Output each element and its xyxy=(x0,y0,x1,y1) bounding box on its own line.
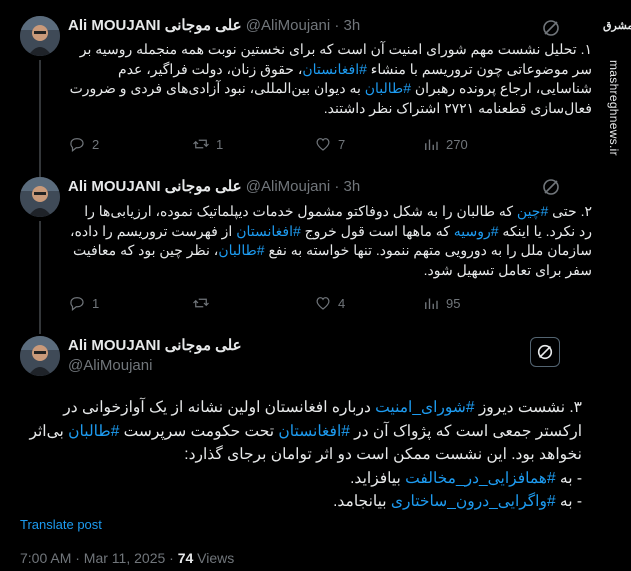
tweet-text: ۲. حتی #چین که طالبان را به شکل دوفاکتو … xyxy=(70,203,592,278)
reply-button[interactable]: 1 xyxy=(68,293,99,313)
watermark-logo: مشرق xyxy=(603,20,631,32)
like-count: 4 xyxy=(338,295,346,311)
post-datetime[interactable]: 7:00 AM · Mar 11, 2025 · xyxy=(20,550,178,566)
author-name[interactable]: Ali MOUJANI علی موجانی xyxy=(68,178,242,195)
views-label: Views xyxy=(193,550,235,566)
views-count: 74 xyxy=(177,550,194,566)
tweet-text: ۳. نشست دیروز #شورای_امنیت درباره افغانس… xyxy=(29,399,582,510)
reply-icon xyxy=(70,297,84,311)
author-handle[interactable]: @AliMoujani xyxy=(246,17,330,34)
retweet-button[interactable]: 1 xyxy=(192,134,223,154)
like-button[interactable]: 4 xyxy=(314,293,345,313)
translate-link[interactable]: Translate post xyxy=(20,517,102,532)
reply-count: 1 xyxy=(92,295,100,311)
grok-icon[interactable] xyxy=(541,177,561,197)
avatar[interactable] xyxy=(20,16,60,56)
avatar[interactable] xyxy=(20,336,60,376)
views-count: 270 xyxy=(446,136,468,152)
heart-icon xyxy=(316,297,330,310)
post-meta: 7:00 AM · Mar 11, 2025 · 74 Views xyxy=(20,550,234,566)
reply-button[interactable]: 2 xyxy=(68,134,99,154)
author-name[interactable]: Ali MOUJANI علی موجانی xyxy=(68,337,242,354)
reply-count: 2 xyxy=(92,136,100,152)
reply-icon xyxy=(70,138,84,152)
views-count: 95 xyxy=(446,295,461,311)
post-time[interactable]: 3h xyxy=(344,178,361,195)
watermark-url: mashreghnews.ir xyxy=(607,60,621,156)
author-handle[interactable]: @AliMoujani xyxy=(68,357,152,374)
views-button[interactable]: 95 xyxy=(422,293,460,313)
views-icon xyxy=(425,298,438,309)
main-tweet: Ali MOUJANI علی موجانی @AliMoujani ۳. نش… xyxy=(0,320,600,571)
avatar[interactable] xyxy=(20,177,60,217)
watermark: مشرق mashreghnews.ir xyxy=(601,0,631,571)
like-button[interactable]: 7 xyxy=(314,134,345,154)
views-button[interactable]: 270 xyxy=(422,134,468,154)
tweet-text: ۱. تحلیل نشست مهم شورای امنیت آن است که … xyxy=(69,41,592,116)
post-time[interactable]: 3h xyxy=(344,17,361,34)
tweet-1[interactable]: Ali MOUJANI علی موجانی @AliMoujani · 3h … xyxy=(0,0,600,170)
action-bar: 1 4 95 xyxy=(68,293,568,313)
tweet-2[interactable]: Ali MOUJANI علی موجانی @AliMoujani · 3h … xyxy=(0,165,600,332)
views-icon xyxy=(425,139,438,150)
heart-icon xyxy=(316,138,330,151)
grok-icon[interactable] xyxy=(541,18,561,38)
grok-button[interactable] xyxy=(530,337,560,367)
retweet-icon xyxy=(193,139,209,149)
grok-icon xyxy=(537,344,553,360)
retweet-count: 1 xyxy=(216,136,224,152)
action-bar: 2 1 7 270 xyxy=(68,134,568,154)
author-handle[interactable]: @AliMoujani xyxy=(246,178,330,195)
retweet-button[interactable] xyxy=(192,293,216,313)
like-count: 7 xyxy=(338,136,346,152)
retweet-icon xyxy=(193,298,209,308)
author-name[interactable]: Ali MOUJANI علی موجانی xyxy=(68,17,242,34)
